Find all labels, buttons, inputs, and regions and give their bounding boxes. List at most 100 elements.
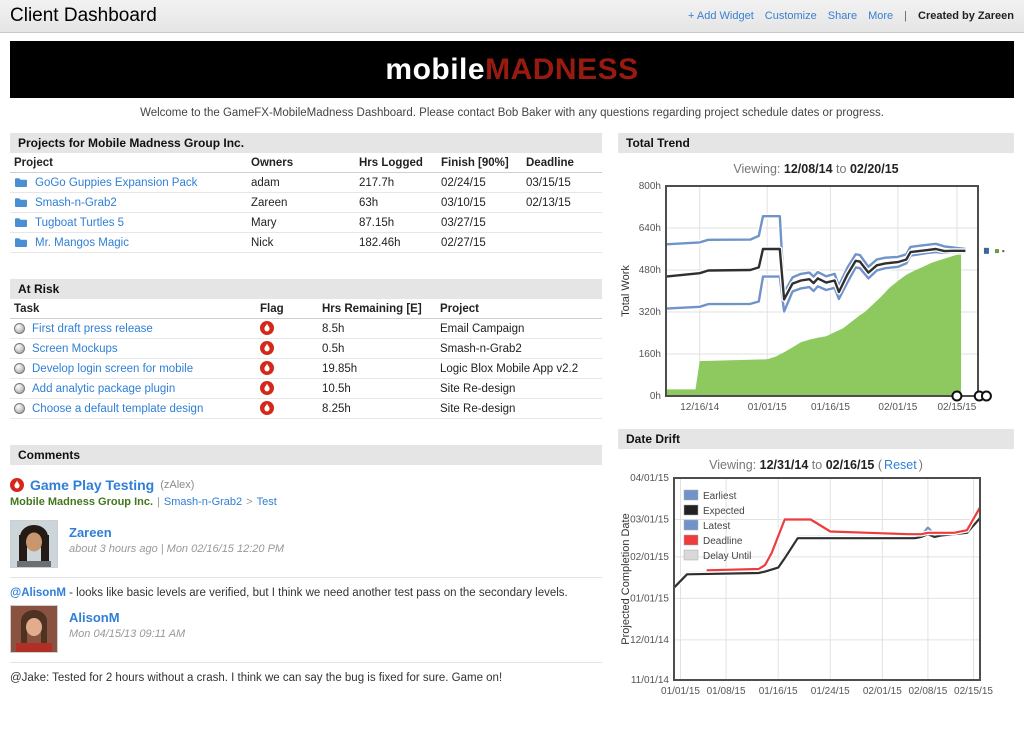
flag-flame-icon [260,401,274,415]
project-link[interactable]: GoGo Guppies Expansion Pack [35,177,197,189]
svg-text:Deadline: Deadline [703,536,743,547]
svg-text:04/01/15: 04/01/15 [630,474,669,484]
date-drift-viewing-range: Viewing: 12/31/14 to 02/16/15 (Reset) [618,458,1014,472]
breadcrumb: Mobile Madness Group Inc.|Smash-n-Grab2>… [10,496,602,508]
svg-text:12/01/14: 12/01/14 [630,635,669,646]
task-status-icon [14,403,25,414]
svg-text:800h: 800h [639,181,661,192]
task-status-icon [14,323,25,334]
date-drift-section-header: Date Drift [618,429,1014,449]
top-bar: Client Dashboard + Add Widget Customize … [0,0,1024,33]
svg-text:480h: 480h [639,265,661,276]
at-risk-section-header: At Risk [10,279,602,299]
commenter-name-link[interactable]: AlisonM [69,610,185,625]
svg-text:Expected: Expected [703,506,745,517]
divider [10,662,602,663]
svg-text:01/01/15: 01/01/15 [661,686,700,697]
viewing-to-date: 02/16/15 [826,458,875,472]
folder-icon [14,177,28,188]
svg-text:01/16/15: 01/16/15 [759,686,798,697]
reset-link[interactable]: Reset [884,458,917,472]
svg-text:01/01/15: 01/01/15 [630,593,669,604]
avatar[interactable] [10,520,58,568]
table-row: Smash-n-Grab2 Zareen 63h 03/10/15 02/13/… [10,193,602,213]
svg-text:12/16/14: 12/16/14 [680,402,719,413]
table-row: Screen Mockups 0.5h Smash-n-Grab2 [10,339,602,359]
svg-text:640h: 640h [639,223,661,234]
svg-text:01/08/15: 01/08/15 [707,686,746,697]
at-risk-table: Task Flag Hrs Remaining [E] Project Firs… [10,299,602,419]
svg-text:02/15/15: 02/15/15 [937,402,976,413]
comment-item: AlisonM Mon 04/15/13 09:11 AM @Jake: Tes… [10,605,602,684]
viewing-from-date: 12/31/14 [760,458,809,472]
table-row: Choose a default template design 8.25h S… [10,399,602,419]
task-link[interactable]: Screen Mockups [32,343,118,355]
at-risk-table-header: Task Flag Hrs Remaining [E] Project [10,299,602,319]
comment-item: Zareen about 3 hours ago | Mon 02/16/15 … [10,520,602,599]
svg-text:160h: 160h [639,349,661,360]
commenter-name-link[interactable]: Zareen [69,525,284,540]
breadcrumb-group-link[interactable]: Mobile Madness Group Inc. [10,496,153,508]
task-link[interactable]: Choose a default template design [32,403,203,415]
project-link[interactable]: Mr. Mangos Magic [35,237,129,249]
mobile-madness-logo: mobileMADNESS [385,53,638,87]
flame-icon [10,478,24,492]
breadcrumb-task-link[interactable]: Test [257,496,277,508]
svg-text:01/24/15: 01/24/15 [811,686,850,697]
svg-text:03/01/15: 03/01/15 [630,514,669,525]
task-link[interactable]: First draft press release [32,323,153,335]
customize-link[interactable]: Customize [765,10,817,22]
add-widget-link[interactable]: + Add Widget [688,10,754,22]
thread-author-note: (zAlex) [160,479,194,491]
thread-task-link[interactable]: Game Play Testing [30,477,154,493]
table-row: Mr. Mangos Magic Nick 182.46h 02/27/15 [10,233,602,253]
flag-flame-icon [260,361,274,375]
comment-body: @Jake: Tested for 2 hours without a cras… [10,672,602,684]
flag-flame-icon [260,321,274,335]
more-link[interactable]: More [868,10,893,22]
total-trend-chart[interactable]: 12/16/1401/01/1501/16/1502/01/1502/15/15… [618,178,1012,416]
svg-text:02/01/15: 02/01/15 [630,552,669,563]
task-status-icon [14,363,25,374]
comment-body: @AlisonM - looks like basic levels are v… [10,587,602,599]
table-row: Develop login screen for mobile 19.85h L… [10,359,602,379]
viewing-to-date: 02/20/15 [850,162,899,176]
task-link[interactable]: Add analytic package plugin [32,383,175,395]
projects-section-header: Projects for Mobile Madness Group Inc. [10,133,602,153]
svg-text:01/16/15: 01/16/15 [811,402,850,413]
top-bar-actions: + Add Widget Customize Share More | Crea… [688,10,1014,22]
total-trend-section-header: Total Trend [618,133,1014,153]
brand-banner: mobileMADNESS [10,41,1014,98]
svg-text:Latest: Latest [703,521,730,532]
created-by-label: Created by Zareen [918,10,1014,22]
svg-text:02/01/15: 02/01/15 [878,402,917,413]
svg-text:Projected Completion Date: Projected Completion Date [620,513,632,644]
project-link[interactable]: Smash-n-Grab2 [35,197,117,209]
breadcrumb-project-link[interactable]: Smash-n-Grab2 [164,496,242,508]
comments-section-header: Comments [10,445,602,465]
svg-text:Total Work: Total Work [620,265,632,317]
date-drift-chart[interactable]: 01/01/15 01/08/15 01/16/15 01/24/15 02/01/15… [618,474,1012,704]
task-link[interactable]: Develop login screen for mobile [32,363,193,375]
mention-link[interactable]: @AlisonM [10,587,66,599]
task-status-icon [14,343,25,354]
separator: | [904,10,907,22]
svg-text:02/08/15: 02/08/15 [908,686,947,697]
share-link[interactable]: Share [828,10,857,22]
table-row: Add analytic package plugin 10.5h Site R… [10,379,602,399]
page-title: Client Dashboard [10,5,157,27]
svg-text:02/15/15: 02/15/15 [954,686,993,697]
avatar[interactable] [10,605,58,653]
flag-flame-icon [260,381,274,395]
svg-text:11/01/14: 11/01/14 [631,675,670,686]
viewing-from-date: 12/08/14 [784,162,833,176]
table-row: First draft press release 8.5h Email Cam… [10,319,602,339]
table-row: GoGo Guppies Expansion Pack adam 217.7h … [10,173,602,193]
divider [10,577,602,578]
comment-timestamp: about 3 hours ago | Mon 02/16/15 12:20 P… [69,543,284,555]
total-trend-viewing-range: Viewing: 12/08/14 to 02/20/15 [618,162,1014,176]
svg-text:02/01/15: 02/01/15 [863,686,902,697]
project-link[interactable]: Tugboat Turtles 5 [35,217,124,229]
table-row: Tugboat Turtles 5 Mary 87.15h 03/27/15 [10,213,602,233]
svg-text:Earliest: Earliest [703,491,737,502]
